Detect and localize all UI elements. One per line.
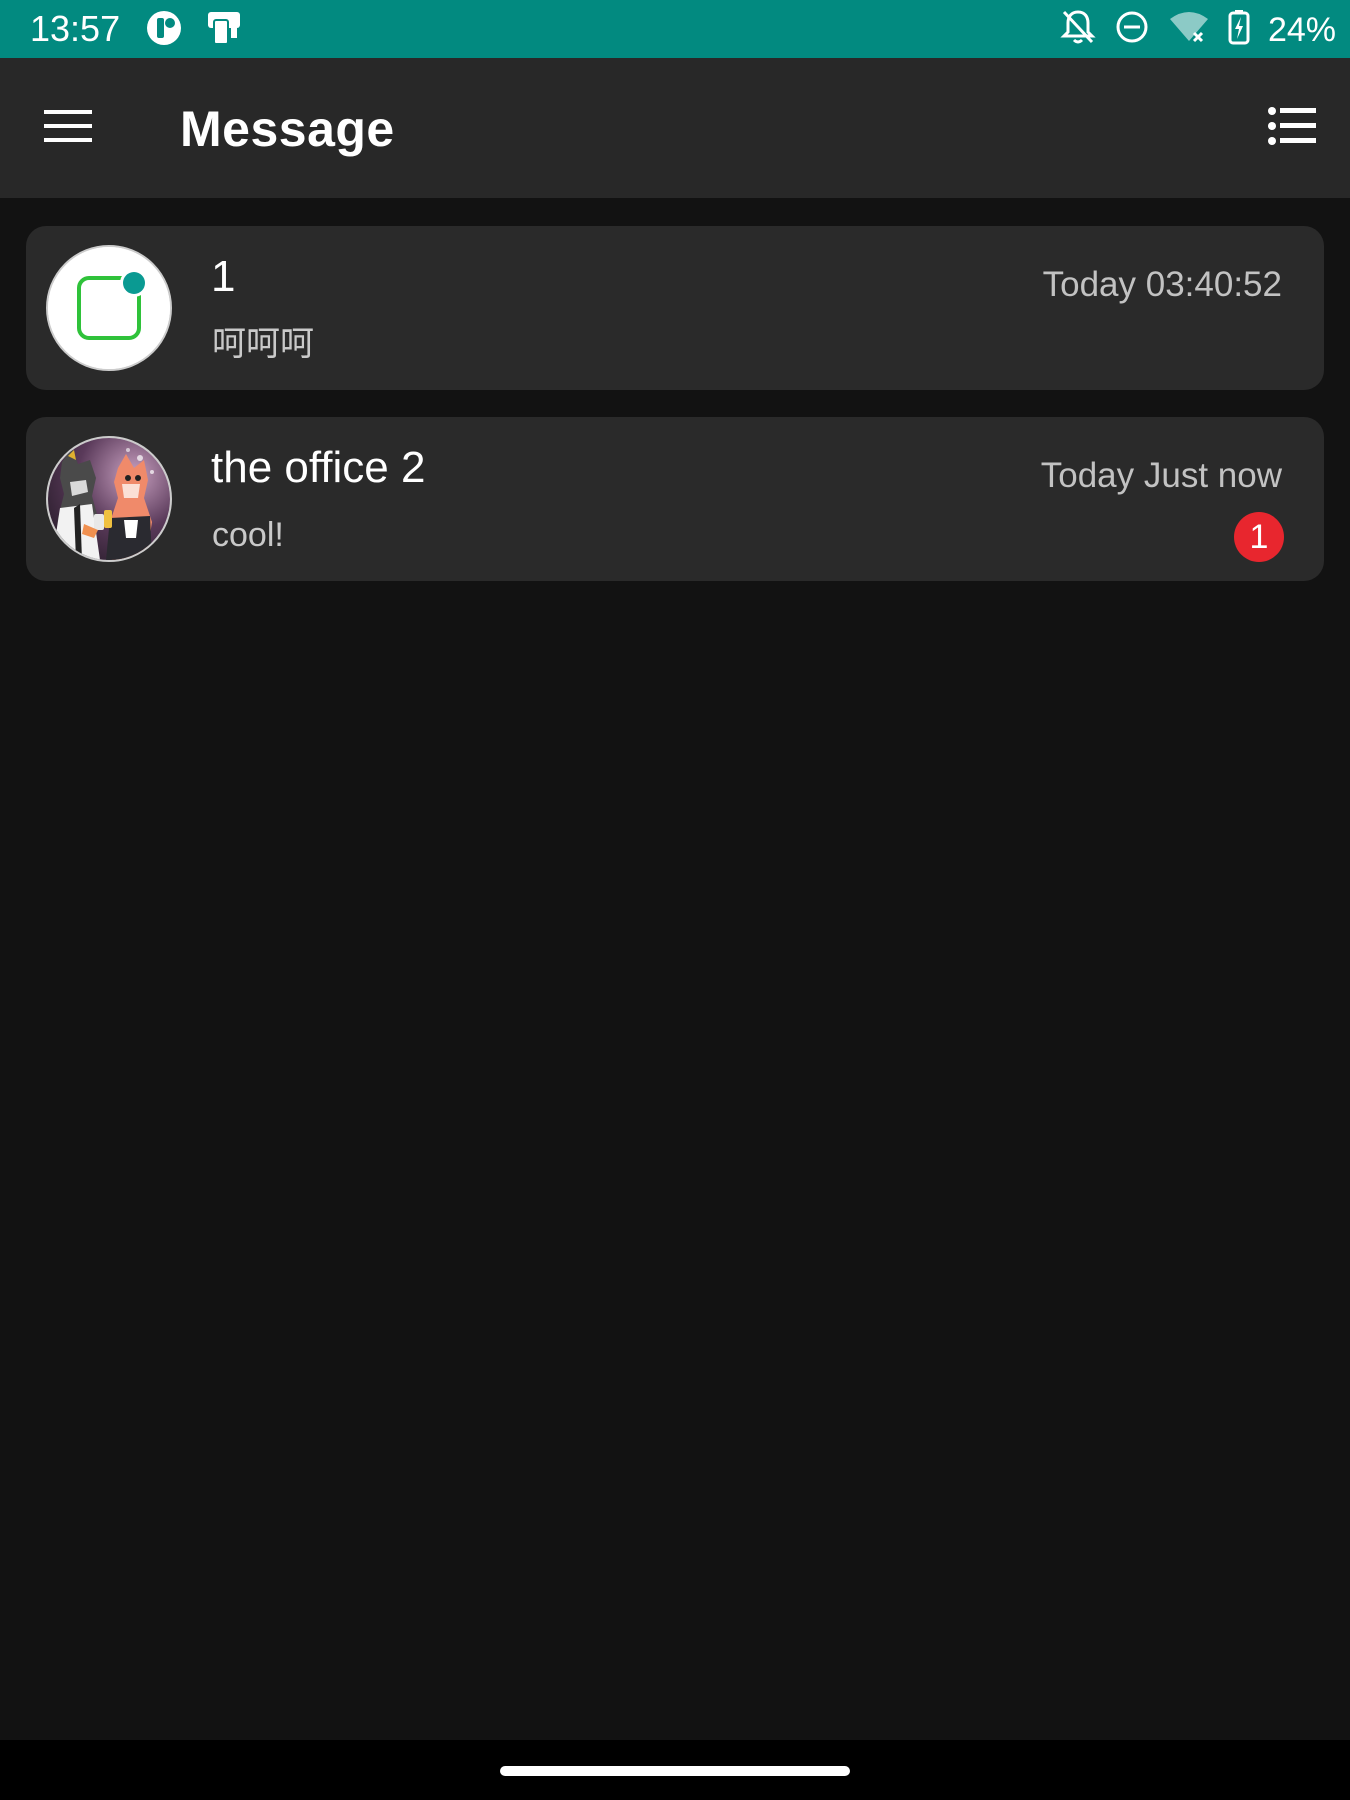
battery-charging-icon — [1228, 9, 1250, 50]
status-bar: 13:57 24% — [0, 0, 1350, 58]
status-right-icons: 24% — [1060, 8, 1336, 51]
illustrated-group-avatar-icon — [48, 438, 170, 560]
notification-app-icon — [146, 10, 182, 51]
phone-device-icon — [204, 10, 244, 51]
menu-button[interactable] — [36, 98, 102, 158]
hamburger-menu-icon — [44, 108, 94, 149]
list-view-button[interactable] — [1260, 98, 1326, 158]
avatar[interactable] — [46, 436, 172, 562]
conversation-item[interactable]: the office 2 cool! Today Just now 1 — [26, 417, 1324, 581]
list-icon — [1268, 106, 1318, 151]
app-logo-avatar-icon — [48, 247, 170, 369]
last-message-preview: 呵呵呵 — [212, 325, 314, 363]
message-timestamp: Today Just now — [1040, 456, 1282, 495]
home-gesture-indicator[interactable] — [500, 1766, 850, 1776]
unread-count-badge: 1 — [1234, 512, 1284, 562]
last-message-preview: cool! — [212, 516, 284, 554]
conversation-name: 1 — [211, 252, 236, 301]
conversation-name: the office 2 — [211, 443, 426, 492]
message-screen: 13:57 24% Message 1 呵呵呵 Today 03:40:52 t… — [0, 0, 1350, 1800]
battery-percentage: 24% — [1267, 10, 1336, 49]
system-navigation-bar — [0, 1740, 1350, 1800]
app-bar: Message — [0, 58, 1350, 198]
status-left-icons — [146, 10, 244, 51]
avatar[interactable] — [46, 245, 172, 371]
message-timestamp: Today 03:40:52 — [1042, 265, 1282, 304]
do-not-disturb-icon — [1114, 9, 1150, 50]
wifi-off-icon — [1168, 9, 1210, 50]
bell-off-icon — [1060, 8, 1096, 51]
status-time: 13:57 — [30, 8, 121, 49]
page-title: Message — [180, 101, 395, 157]
conversation-item[interactable]: 1 呵呵呵 Today 03:40:52 — [26, 226, 1324, 390]
